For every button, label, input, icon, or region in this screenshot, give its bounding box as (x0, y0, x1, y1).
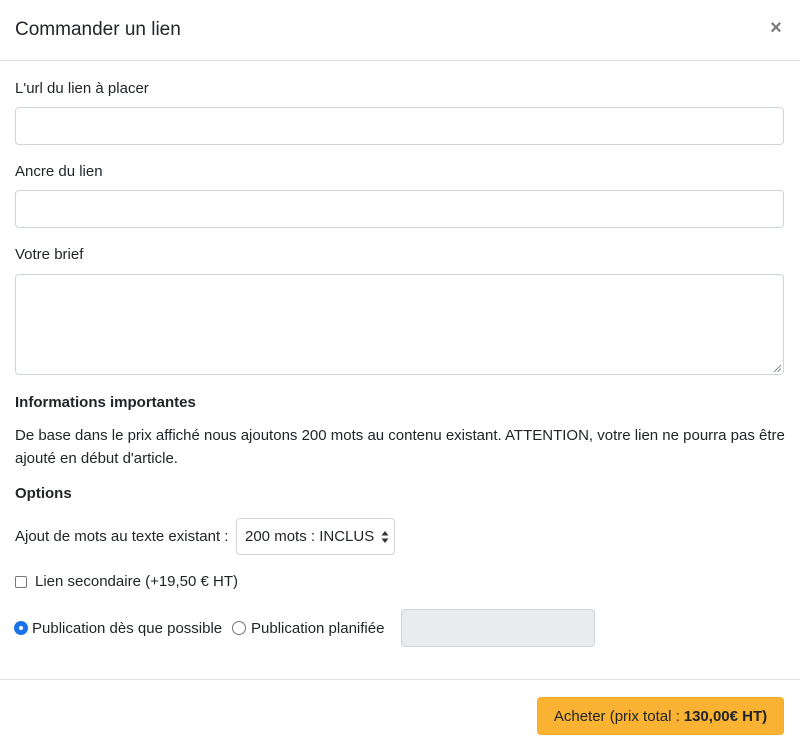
publish-scheduled-radio[interactable] (232, 621, 246, 635)
modal-header: Commander un lien × (0, 0, 800, 61)
info-text: De base dans le prix affiché nous ajouto… (15, 427, 785, 467)
modal-footer: Acheter (prix total : 130,00€ HT) (0, 679, 800, 749)
publish-asap-radio[interactable] (14, 621, 28, 635)
url-input[interactable] (15, 107, 784, 145)
words-select-label: Ajout de mots au texte existant : (15, 528, 229, 545)
schedule-date-input (401, 609, 595, 647)
brief-textarea[interactable] (15, 274, 784, 375)
anchor-label: Ancre du lien (15, 163, 103, 180)
buy-button-price: 130,00€ HT) (683, 707, 768, 725)
options-heading: Options (15, 485, 72, 502)
select-arrows-icon (381, 531, 389, 543)
close-icon[interactable]: × (768, 18, 784, 38)
publish-asap-label: Publication dès que possible (32, 620, 223, 637)
modal-title: Commander un lien (15, 19, 181, 40)
secondary-link-checkbox[interactable] (15, 576, 27, 588)
buy-button-label: Acheter (prix total : (553, 707, 680, 725)
words-select[interactable]: 200 mots : INCLUS (236, 518, 395, 555)
secondary-link-label: Lien secondaire (+19,50 € HT) (35, 573, 239, 590)
anchor-input[interactable] (15, 190, 784, 228)
info-heading: Informations importantes (15, 394, 196, 411)
url-label: L'url du lien à placer (15, 80, 149, 97)
buy-button[interactable]: Acheter (prix total : 130,00€ HT) (537, 697, 784, 735)
order-link-modal: Commander un lien × L'url du lien à plac… (0, 0, 800, 749)
words-select-value: 200 mots : INCLUS (245, 528, 375, 545)
brief-label: Votre brief (15, 246, 84, 263)
publish-scheduled-label: Publication planifiée (251, 620, 385, 637)
resize-grip-icon[interactable] (773, 364, 781, 372)
